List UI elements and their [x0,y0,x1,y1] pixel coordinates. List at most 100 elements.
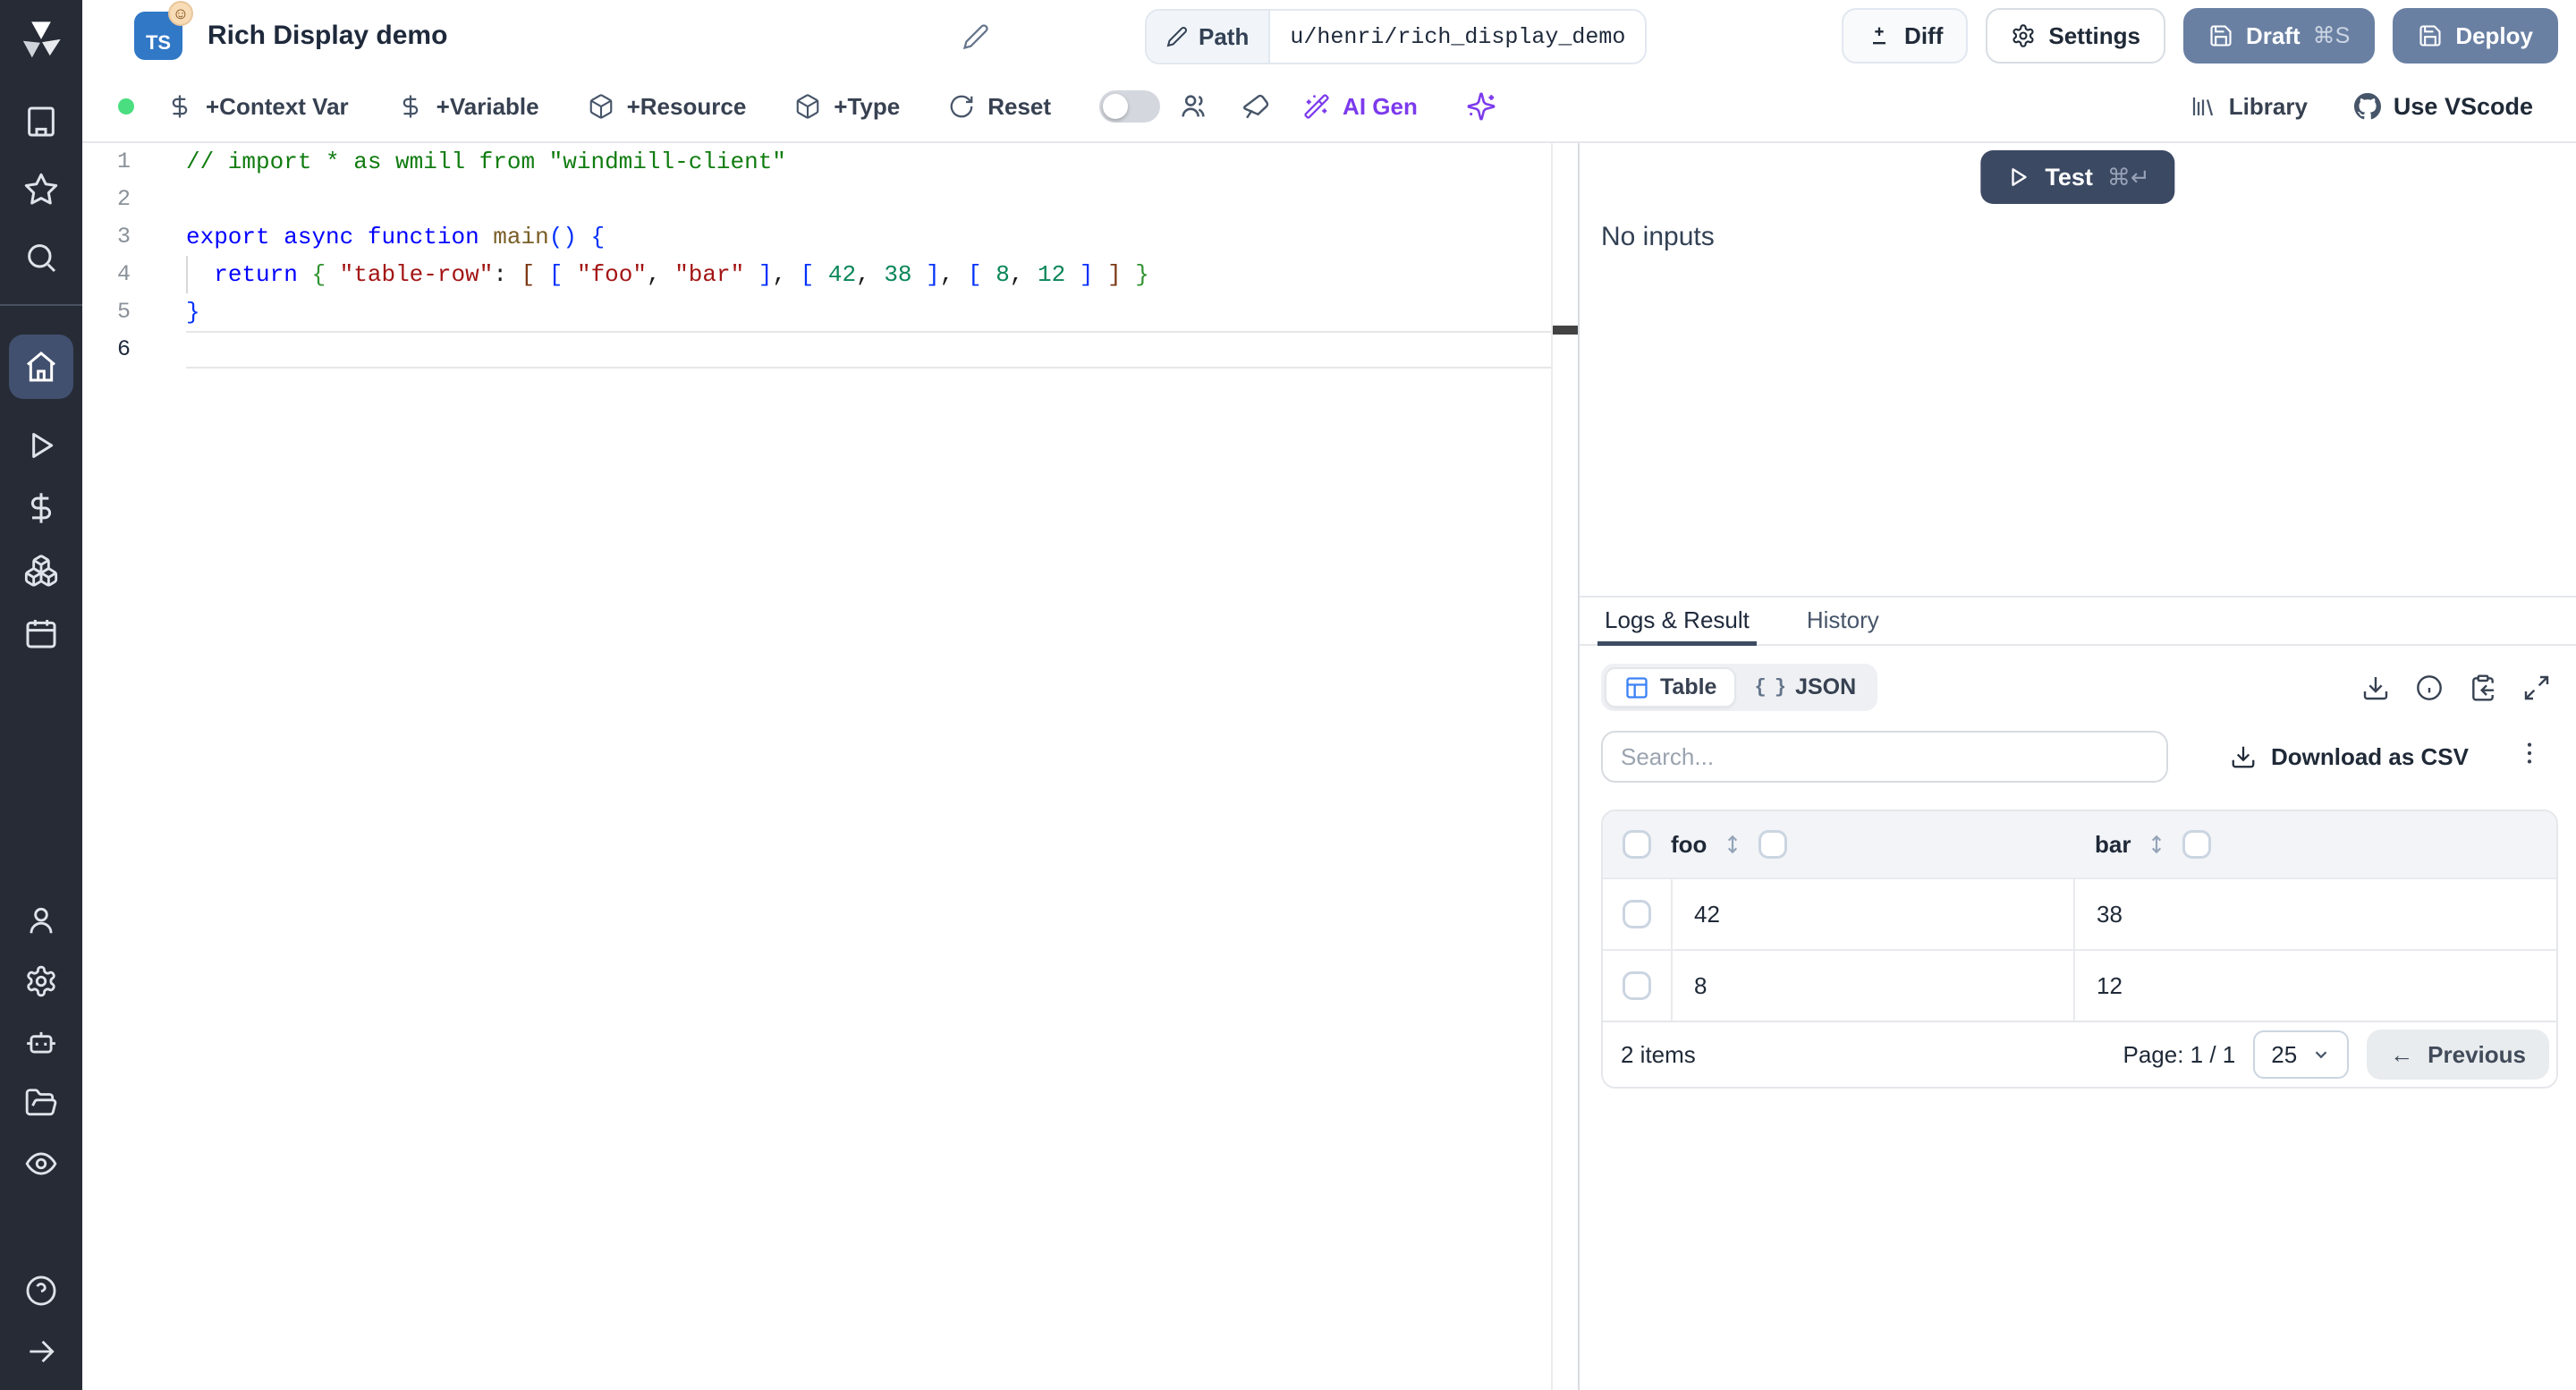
sidebar-item-settings[interactable] [24,964,58,998]
select-all-checkbox[interactable] [1623,830,1651,859]
pencil-icon [1166,27,1188,47]
code-editor[interactable]: 1 2 3 4 5 6 // import * as wmill from "windmi… [82,143,1578,1390]
view-toggle-row: Table { } JSON [1601,664,2551,711]
table-header: foo bar [1603,811,2556,877]
edit-title-pencil-icon[interactable] [962,23,989,50]
language-badge: TS ☺ [134,1,193,60]
add-variable-button[interactable]: +Variable [397,93,539,121]
save-icon [2419,25,2441,47]
result-tabs: Logs & Result History [1580,598,2576,646]
dollar-icon [402,95,418,118]
tab-logs-result[interactable]: Logs & Result [1597,598,1757,646]
row-checkbox[interactable] [1623,900,1651,928]
page-size-select[interactable]: 25 [2253,1030,2350,1079]
column-checkbox-foo[interactable] [1758,830,1788,859]
sidebar-item-search[interactable] [23,240,59,275]
windmill-logo-icon[interactable] [18,18,64,64]
sidebar-item-resources[interactable] [23,553,59,589]
sidebar-collapse-toggle[interactable] [24,1335,58,1369]
add-type-button[interactable]: +Type [794,93,900,121]
star-icon [24,173,58,205]
home-icon [27,352,55,382]
sidebar-item-help[interactable] [24,1274,58,1308]
emoji-badge-icon: ☺ [168,1,193,26]
no-inputs-label: No inputs [1601,222,1715,251]
table-row[interactable]: 42 38 [1603,877,2556,949]
test-shortcut: ⌘↵ [2106,163,2150,191]
sidebar-item-favorites[interactable] [23,172,59,208]
path-chip-label: Path [1147,11,1271,63]
table-cell: 38 [2073,879,2556,949]
editor-gutter: 1 2 3 4 5 6 [82,143,186,369]
code-line: return { "table-row": [ [ "foo", "bar" ]… [214,261,1149,288]
add-context-var-button[interactable]: +Context Var [166,93,349,121]
page-indicator: Page: 1 / 1 [2123,1040,2236,1068]
main-area: TS ☺ Rich Display demo Path u/henri/rich… [82,0,2576,1390]
editor-code[interactable]: // import * as wmill from "windmill-clie… [186,143,1553,369]
expand-icon[interactable] [2522,674,2551,702]
sort-icon[interactable] [1721,833,1744,856]
editor-toolbar: +Context Var +Variable +Resource +Type R… [82,72,2576,143]
draft-shortcut: ⌘S [2312,23,2351,48]
overview-ruler-cursor [1553,326,1578,335]
dollar-icon [30,493,52,523]
sidebar-item-users[interactable] [24,903,58,937]
table-row[interactable]: 8 12 [1603,949,2556,1021]
search-input[interactable] [1601,731,2168,783]
test-button[interactable]: Test ⌘↵ [1980,150,2175,204]
result-table: foo bar 42 38 8 12 2 items Page: 1 / 1 2… [1601,809,2558,1089]
deploy-button[interactable]: Deploy [2393,8,2558,64]
library-button[interactable]: Library [2190,93,2308,121]
view-option-table[interactable]: Table [1605,667,1737,708]
table-cell: 42 [1671,879,2073,949]
sidebar-item-home[interactable] [9,335,73,399]
clipboard-copy-icon[interactable] [2469,674,2497,702]
row-checkbox[interactable] [1623,971,1651,1000]
tab-history[interactable]: History [1803,598,1883,644]
help-circle-icon [26,1276,56,1306]
table-footer: 2 items Page: 1 / 1 25 ← Previous [1603,1021,2556,1087]
braces-icon: { } [1754,676,1786,699]
sidebar-item-runs[interactable] [23,428,59,463]
diff-mode-toggle[interactable] [1099,90,1161,123]
ai-gen-button[interactable]: AI Gen [1303,93,1418,121]
run-panel: Test ⌘↵ No inputs [1580,143,2576,596]
line-number: 4 [116,261,131,287]
sort-icon[interactable] [2145,833,2168,856]
sparkles-icon[interactable] [1466,91,1496,122]
settings-button[interactable]: Settings [1986,8,2165,64]
result-section: Logs & Result History Table { } JSON Sea… [1580,596,2576,1390]
path-chip[interactable]: Path u/henri/rich_display_demo [1145,9,1648,64]
package-icon [796,94,819,119]
download-csv-button[interactable]: Download as CSV [2230,743,2469,771]
download-icon [2232,746,2255,768]
table-menu-button[interactable] [2515,739,2544,775]
column-header-bar: bar [2095,830,2131,858]
library-icon [2192,97,2213,116]
sidebar-item-folders[interactable] [24,1086,58,1120]
draft-button[interactable]: Draft ⌘S [2182,8,2376,64]
sidebar-item-schedules[interactable] [23,615,59,651]
diff-button[interactable]: Diff [1842,8,1969,64]
users-icon[interactable] [1178,91,1208,122]
add-resource-button[interactable]: +Resource [588,93,746,121]
sidebar-item-workers[interactable] [24,1025,58,1059]
previous-page-button[interactable]: ← Previous [2367,1030,2549,1080]
download-icon[interactable] [2361,674,2390,702]
sidebar-item-workspace[interactable] [23,104,59,140]
eye-icon [25,1152,57,1175]
line-number: 5 [116,299,131,325]
building-icon [28,106,55,137]
sidebar-item-audit[interactable] [24,1147,58,1181]
info-icon[interactable] [2415,674,2444,702]
paintbrush-icon[interactable] [1241,91,1271,122]
view-option-json[interactable]: { } JSON [1736,669,1874,706]
search-icon [28,244,56,273]
table-icon [1626,676,1648,699]
sidebar-item-variables[interactable] [23,490,59,526]
reset-button[interactable]: Reset [948,93,1051,121]
use-vscode-button[interactable]: Use VScode [2353,93,2533,121]
top-actions: Diff Settings Draft ⌘S Deploy [1842,8,2576,64]
line-number: 6 [116,336,131,362]
column-checkbox-bar[interactable] [2182,830,2212,859]
